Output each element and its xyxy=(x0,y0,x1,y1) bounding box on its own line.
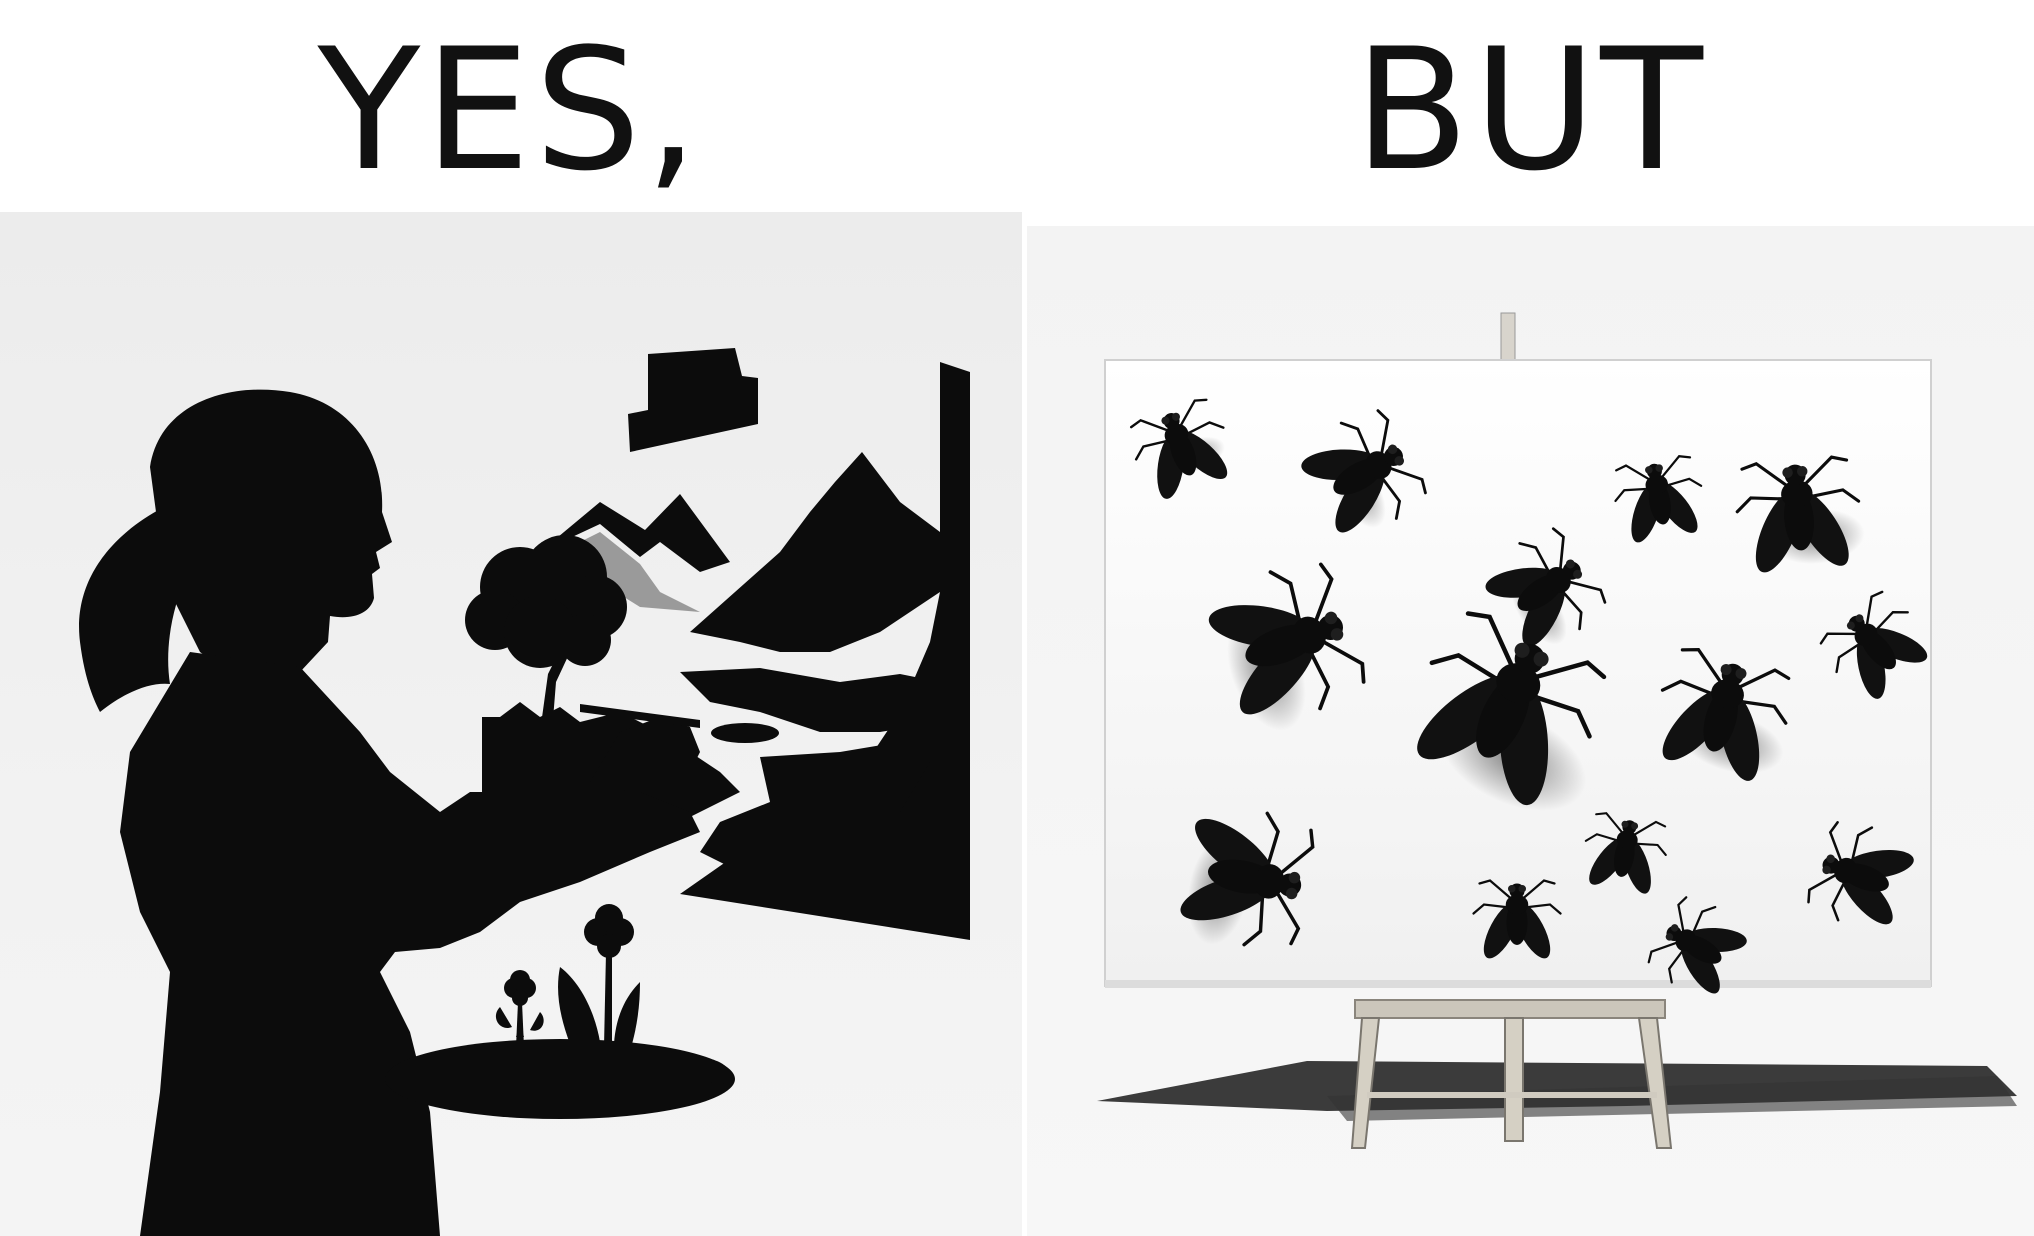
woman-painting-scene xyxy=(79,348,970,1236)
but-panel xyxy=(1027,226,2034,1236)
fly-canvas-scene xyxy=(1097,312,2017,1149)
tree-icon xyxy=(465,535,627,732)
caption-but: BUT xyxy=(1354,12,1707,208)
yes-panel xyxy=(0,212,1022,1236)
caption-yes: YES, xyxy=(317,12,703,208)
easel-icon xyxy=(1500,312,1516,364)
